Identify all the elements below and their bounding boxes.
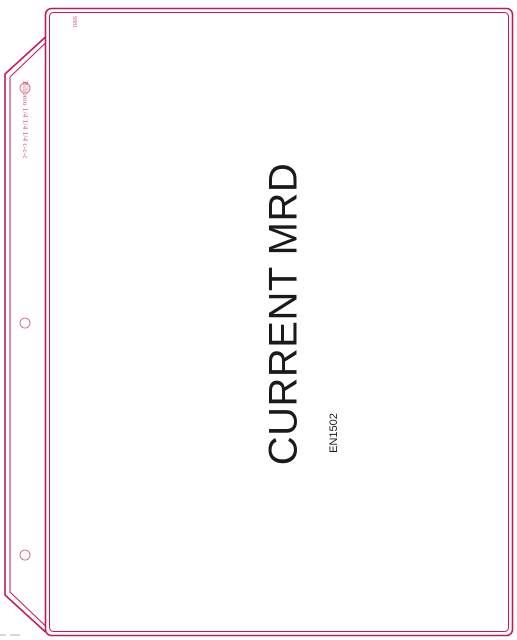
form-code: EN1502 [328, 413, 340, 453]
tab-divider-outline [0, 7, 514, 637]
brand-text: Bibbero 1/4 1/4 1/4 c-c-c [21, 81, 29, 159]
binder-hole-middle [19, 317, 31, 329]
binder-hole-bottom [19, 549, 31, 561]
corner-code: S881 [71, 15, 77, 29]
tab-title: CURRENT MRD [261, 162, 306, 466]
